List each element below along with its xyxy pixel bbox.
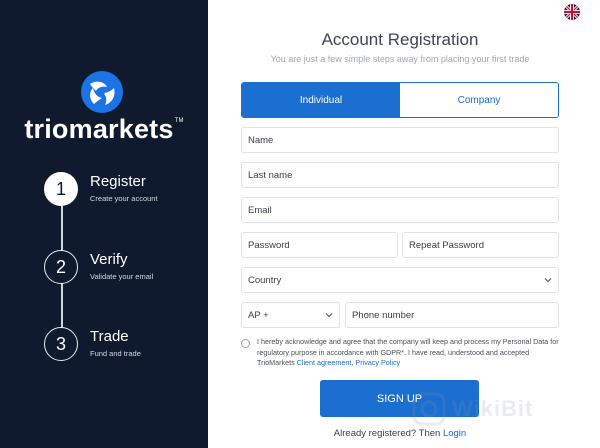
step-subtitle: Validate your email: [90, 272, 154, 281]
already-registered: Already registered? Then Login: [208, 428, 592, 439]
password-field[interactable]: [241, 232, 398, 258]
brand-name: triomarkets: [24, 114, 174, 144]
tab-individual[interactable]: Individual: [242, 83, 400, 117]
page-subtitle: You are just a few simple steps away fro…: [270, 54, 530, 64]
step-title: Verify: [90, 251, 128, 268]
phone-number-field[interactable]: [345, 302, 559, 328]
step-title: Trade: [90, 328, 129, 345]
step-trade: 3 Trade Fund and trade: [44, 327, 141, 361]
step-title: Register: [90, 173, 146, 190]
step-register: 1 Register Create your account: [44, 172, 158, 206]
last-name-field[interactable]: [241, 162, 559, 188]
phone-code-label: AP +: [248, 309, 269, 321]
page-title: Account Registration: [321, 30, 479, 49]
login-link[interactable]: Login: [443, 428, 466, 439]
step-subtitle: Fund and trade: [90, 349, 141, 358]
privacy-policy-link[interactable]: Privacy Policy: [355, 358, 400, 367]
already-registered-text: Already registered? Then: [333, 428, 441, 439]
brand-wordmark: triomarketsTM: [0, 114, 208, 145]
consent-text: I hereby acknowledge and agree that the …: [257, 337, 561, 369]
repeat-password-field[interactable]: [402, 232, 559, 258]
name-field[interactable]: [241, 127, 559, 153]
phone-code-select[interactable]: AP +: [241, 302, 340, 328]
consent-separator: ,: [351, 358, 354, 367]
email-field[interactable]: [241, 197, 559, 223]
chevron-down-icon: [325, 313, 333, 318]
consent-radio[interactable]: [241, 339, 250, 348]
step-number: 2: [44, 250, 78, 284]
gdpr-consent: I hereby acknowledge and agree that the …: [241, 337, 561, 369]
tab-company[interactable]: Company: [400, 83, 558, 117]
step-verify: 2 Verify Validate your email: [44, 250, 153, 284]
signup-button[interactable]: SIGN UP: [320, 380, 479, 417]
country-select-label: Country: [248, 274, 282, 286]
registration-panel: Account Registration You are just a few …: [208, 0, 600, 448]
chevron-down-icon: [544, 278, 552, 283]
step-number: 1: [44, 172, 78, 206]
triomarkets-logo-icon: [81, 71, 123, 113]
brand-tm: TM: [174, 118, 184, 124]
client-agreement-link[interactable]: Client agreement: [297, 358, 352, 367]
uk-flag-icon[interactable]: [564, 4, 580, 20]
step-subtitle: Create your account: [90, 194, 158, 203]
sidebar: triomarketsTM 1 Register Create your acc…: [0, 0, 208, 448]
step-number: 3: [44, 327, 78, 361]
country-select[interactable]: Country: [241, 267, 559, 293]
account-type-tabs: Individual Company: [241, 82, 559, 118]
